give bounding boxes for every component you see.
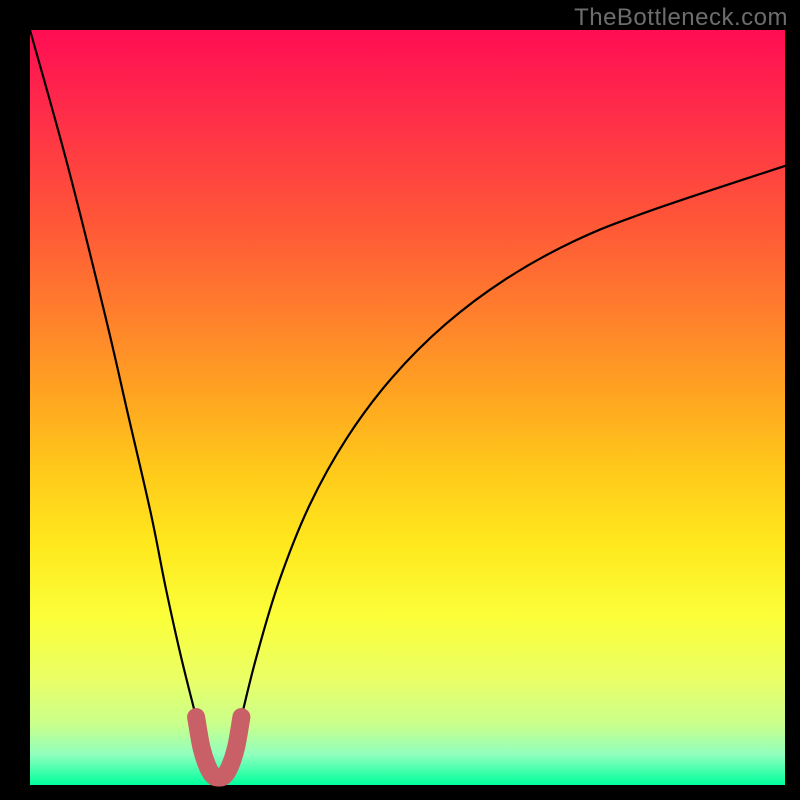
- watermark-text: TheBottleneck.com: [574, 4, 788, 32]
- curve-svg: [30, 30, 785, 785]
- chart-frame: TheBottleneck.com: [0, 0, 800, 800]
- plot-area: [30, 30, 785, 785]
- bottleneck-curve-path: [30, 30, 785, 777]
- highlight-u-path: [196, 717, 241, 777]
